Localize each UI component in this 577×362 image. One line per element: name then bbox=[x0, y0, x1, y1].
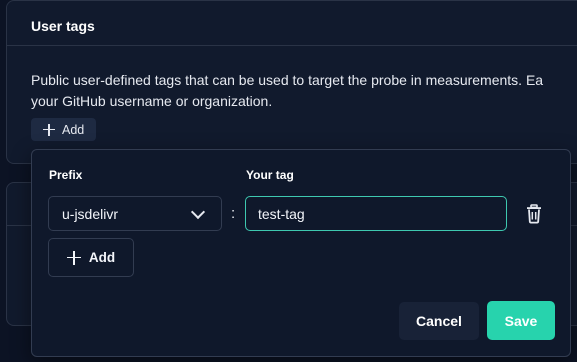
tag-input[interactable] bbox=[245, 196, 507, 231]
save-button[interactable]: Save bbox=[487, 301, 555, 340]
cancel-button[interactable]: Cancel bbox=[399, 302, 479, 340]
user-tags-card: User tags Public user-defined tags that … bbox=[6, 0, 577, 164]
section-title: User tags bbox=[31, 18, 95, 34]
add-tag-button[interactable]: Add bbox=[48, 238, 134, 277]
section-description-line-2: your GitHub username or organization. bbox=[31, 93, 273, 109]
section-description: Public user-defined tags that can be use… bbox=[31, 70, 577, 112]
add-tag-label: Add bbox=[88, 250, 116, 265]
plus-icon bbox=[66, 250, 81, 265]
your-tag-label: Your tag bbox=[246, 168, 294, 182]
prefix-select[interactable]: u-jsdelivr bbox=[48, 196, 222, 231]
page: User tags Public user-defined tags that … bbox=[0, 0, 577, 362]
tag-editor-popover: Prefix Your tag u-jsdelivr : Add Cancel … bbox=[31, 149, 571, 357]
section-add-label: Add bbox=[62, 122, 85, 137]
user-tags-card-header: User tags bbox=[7, 1, 577, 46]
delete-tag-button[interactable] bbox=[525, 204, 543, 224]
prefix-separator: : bbox=[231, 205, 236, 222]
prefix-select-value: u-jsdelivr bbox=[62, 205, 119, 222]
section-description-line-1: Public user-defined tags that can be use… bbox=[31, 72, 544, 88]
section-add-button[interactable]: Add bbox=[31, 118, 97, 141]
prefix-label: Prefix bbox=[49, 168, 83, 182]
trash-icon bbox=[527, 204, 541, 224]
chevron-down-icon bbox=[190, 204, 206, 220]
plus-icon bbox=[43, 123, 55, 136]
